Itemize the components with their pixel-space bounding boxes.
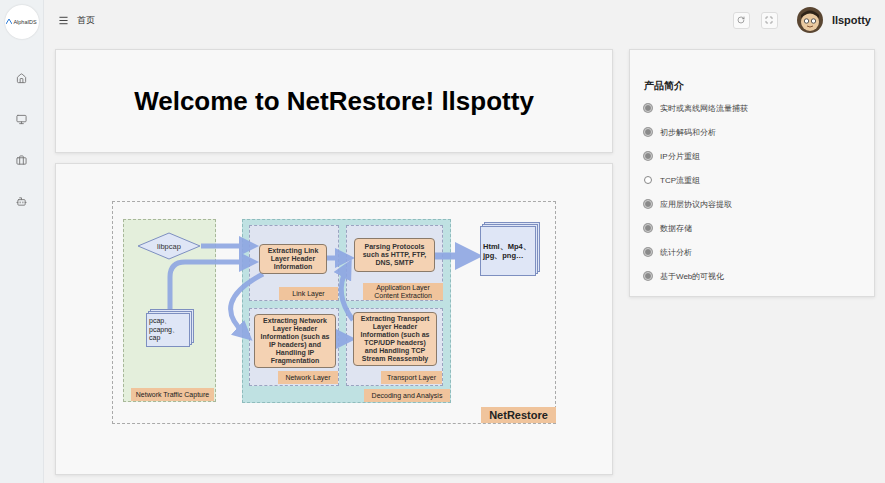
output-files-text: Html、Mp4、jpg、png… [480,226,536,276]
home-icon [16,73,27,84]
briefcase-icon [16,155,27,166]
link-label: Link Layer [279,287,338,300]
fullscreen-icon [765,16,773,24]
timeline-item: TCP流重组 [644,174,860,186]
right-column: 产品简介实时或离线网络流量捕获初步解码和分析 IP分片重组 TCP流重组应用层协议内… [629,49,875,475]
libpcap-text: libpcap [137,232,201,260]
timeline-label: 初步解码和分析 [660,127,716,138]
sidebar-item[interactable] [15,112,29,126]
refresh-icon [737,16,745,24]
network-label: Network Layer [278,371,338,384]
breadcrumb[interactable]: 首页 [77,14,95,27]
sidebar-item[interactable] [15,71,29,85]
content: Welcome to NetRestore! llspotty libpcap pc… [44,40,885,483]
fullscreen-button[interactable] [761,12,778,29]
app: AlphaIDS 首页 llspotty Welcome to NetRestore!… [0,0,885,483]
brand-label: NetRestore [481,407,556,423]
timeline-dot [644,176,652,184]
timeline-item: 初步解码和分析 [644,126,860,138]
application-label: Application Layer Content Extraction [363,283,443,300]
refresh-button[interactable] [733,12,750,29]
timeline-dot [644,248,652,256]
logo[interactable]: AlphaIDS [5,5,39,39]
timeline-label: TCP流重组 [660,175,700,186]
timeline-label: 数据存储 [660,223,692,234]
timeline-dot [644,104,652,112]
timeline-label: 基于Web的可视化 [660,271,724,282]
sidebar-menu [15,71,29,208]
monitor-icon [16,114,27,125]
sidebar-item[interactable] [15,194,29,208]
output-files: Html、Mp4、jpg、png… [480,226,542,276]
feature-timeline: 实时或离线网络流量捕获初步解码和分析 IP分片重组 TCP流重组应用层协议内容提取数… [644,102,860,282]
timeline-label: 统计分析 [660,247,692,258]
welcome-card: Welcome to NetRestore! llspotty [55,49,613,153]
intro-card: 产品简介实时或离线网络流量捕获初步解码和分析 IP分片重组 TCP流重组应用层协议内… [629,49,875,297]
intro-title: 产品简介 [644,79,860,93]
timeline-dot [644,224,652,232]
network-node: Extracting Network Layer Header Informat… [254,314,336,368]
capture-files: pcap、pcapng、cap [146,313,196,347]
logo-mark-icon [6,19,12,25]
robot-icon [16,196,27,207]
capture-label: Network Traffic Capture [131,388,214,401]
user-name[interactable]: llspotty [832,14,871,26]
libpcap-node: libpcap [137,232,201,260]
timeline-label: 实时或离线网络流量捕获 [660,103,748,114]
timeline-dot [644,128,652,136]
timeline-item: IP分片重组 [644,150,860,162]
sidebar: AlphaIDS [0,0,44,483]
left-column: Welcome to NetRestore! llspotty libpcap pc… [55,49,613,475]
timeline-item: 基于Web的可视化 [644,270,860,282]
sidebar-item[interactable] [15,153,29,167]
welcome-title: Welcome to NetRestore! llspotty [134,86,534,117]
capture-files-text: pcap、pcapng、cap [146,313,190,347]
timeline-label: IP分片重组 [660,151,700,162]
application-node: Parsing Protocols such as HTTP, FTP, DNS… [354,238,435,272]
timeline-item: 实时或离线网络流量捕获 [644,102,860,114]
decoding-label: Decoding and Analysis [364,389,450,402]
transport-node: Extracting Transport Layer Header Inform… [353,312,437,366]
timeline-item: 应用层协议内容提取 [644,198,860,210]
timeline-dot [644,152,652,160]
timeline-item: 统计分析 [644,246,860,258]
timeline-dot [644,272,652,280]
transport-label: Transport Layer [381,371,442,384]
diagram-card: libpcap pcap、pcapng、cap Network Traffic Ca… [55,163,613,475]
timeline-item: 数据存储 [644,222,860,234]
main: 首页 llspotty Welcome to NetRestore! llspott… [44,0,885,483]
timeline-label: 应用层协议内容提取 [660,199,732,210]
link-node: Extracting Link Layer Header Information [259,244,327,274]
menu-icon[interactable] [58,15,69,26]
logo-text: AlphaIDS [13,19,36,25]
header: 首页 llspotty [44,0,885,40]
header-actions: llspotty [733,7,871,33]
architecture-diagram: libpcap pcap、pcapng、cap Network Traffic Ca… [112,201,556,424]
timeline-dot [644,200,652,208]
avatar-icon[interactable] [797,7,823,33]
